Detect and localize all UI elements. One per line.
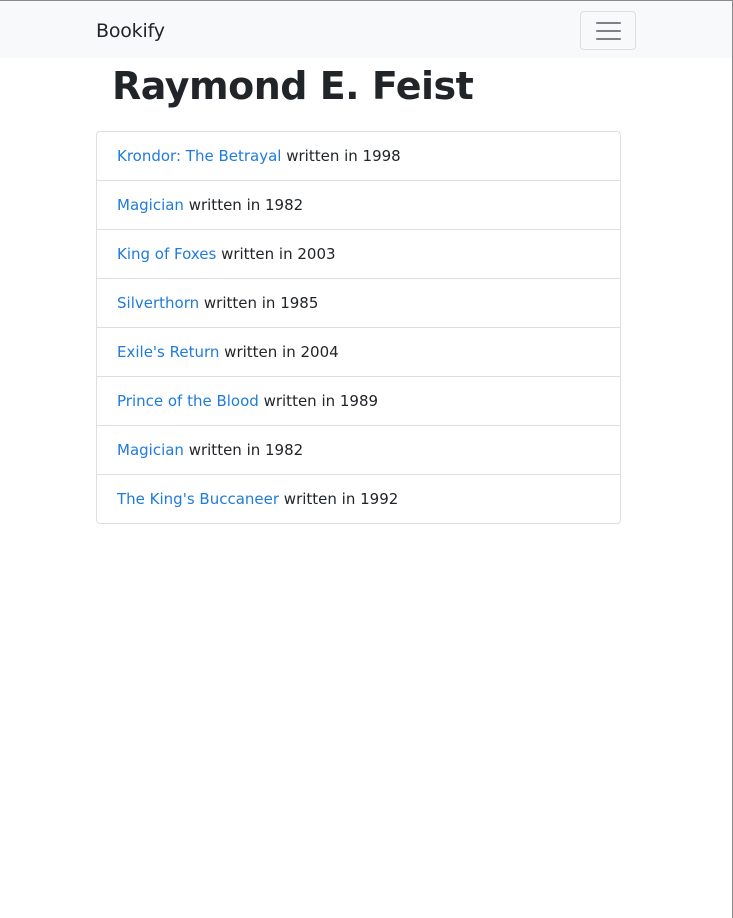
hamburger-bar-bottom: [596, 38, 621, 40]
book-link[interactable]: Silverthorn: [117, 294, 199, 312]
book-written-year: written in 1989: [258, 392, 379, 410]
book-link[interactable]: Exile's Return: [117, 343, 219, 361]
book-written-year: written in 1998: [281, 147, 401, 165]
book-written-year: written in 1982: [183, 441, 304, 459]
book-list: Krondor: The Betrayal written in 1998 Ma…: [96, 131, 621, 524]
hamburger-icon: [596, 21, 621, 41]
list-item: Magician written in 1982: [97, 425, 620, 474]
list-item: Magician written in 1982: [97, 180, 620, 229]
book-written-year: written in 1982: [183, 196, 304, 214]
list-item: Silverthorn written in 1985: [97, 278, 620, 327]
book-written-year: written in 1985: [199, 294, 319, 312]
browser-viewport: Bookify Raymond E. Feist Krondor: The Be…: [0, 0, 733, 918]
book-link[interactable]: King of Foxes: [117, 245, 216, 263]
page-title: Raymond E. Feist: [112, 64, 474, 108]
book-written-year: written in 2004: [219, 343, 339, 361]
book-written-year: written in 2003: [216, 245, 336, 263]
list-item: King of Foxes written in 2003: [97, 229, 620, 278]
book-link[interactable]: Magician: [117, 441, 184, 459]
navbar: Bookify: [0, 1, 732, 58]
book-link[interactable]: Prince of the Blood: [117, 392, 259, 410]
hamburger-bar-middle: [596, 30, 621, 32]
hamburger-bar-top: [596, 22, 621, 24]
book-written-year: written in 1992: [279, 490, 399, 508]
list-item: Prince of the Blood written in 1989: [97, 376, 620, 425]
navbar-toggler-button[interactable]: [580, 11, 636, 50]
list-item: Krondor: The Betrayal written in 1998: [97, 132, 620, 180]
list-item: The King's Buccaneer written in 1992: [97, 474, 620, 523]
brand-link[interactable]: Bookify: [96, 19, 165, 43]
list-item: Exile's Return written in 2004: [97, 327, 620, 376]
book-link[interactable]: The King's Buccaneer: [117, 490, 279, 508]
book-link[interactable]: Magician: [117, 196, 184, 214]
book-link[interactable]: Krondor: The Betrayal: [117, 147, 281, 165]
